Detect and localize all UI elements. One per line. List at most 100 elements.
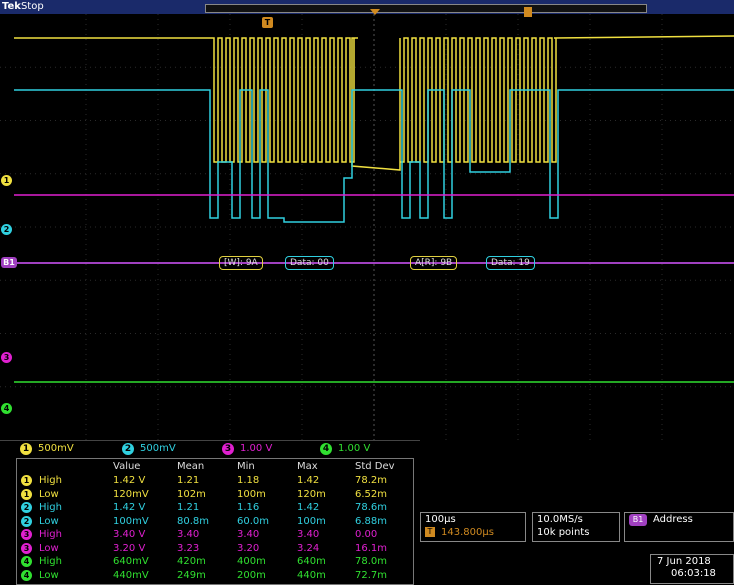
measurement-cell: 3.40 (297, 529, 320, 540)
measurement-cell: 6.52m (355, 488, 388, 500)
measurement-name: High (39, 529, 62, 540)
channel-badge: 2 (21, 515, 32, 527)
channel-scale-row: 1 500mV 2 500mV 3 1.00 V 4 1.00 V (0, 440, 420, 457)
channel-badge: 4 (21, 569, 32, 581)
measurement-cell: 3.40 (237, 529, 260, 540)
measurement-cell: 420m (177, 556, 206, 567)
channel-2-marker[interactable]: 2 (1, 224, 12, 235)
brand-label: Tek (2, 1, 21, 12)
measurement-cell: 1.18 (237, 475, 260, 486)
channel-3-scale[interactable]: 3 1.00 V (222, 443, 272, 455)
channel-1-scale[interactable]: 1 500mV (20, 443, 74, 455)
measurement-cell: 78.0m (355, 556, 388, 567)
channel-2-scale[interactable]: 2 500mV (122, 443, 176, 455)
header-min: Min (237, 461, 255, 472)
channel-badge: 3 (21, 542, 32, 554)
measurement-cell: 400m (237, 556, 266, 567)
channel-1-marker[interactable]: 1 (1, 175, 12, 186)
measurement-cell: 3.40 V (113, 529, 146, 540)
channel-badge: 4 (21, 556, 32, 567)
record-view-bar[interactable] (205, 4, 647, 17)
measurement-cell: 1.21 (177, 475, 200, 486)
channel-badge: 3 (21, 529, 32, 540)
measurement-cell: 6.88m (355, 515, 388, 527)
waveform-display[interactable]: T 1 2 B1 3 4 [W]: 9A Data: 00 A[R]: 9B D… (0, 14, 734, 440)
measurement-cell: 78.6m (355, 502, 388, 513)
measurement-cell: 3.20 (237, 542, 260, 554)
time: 06:03:18 (671, 568, 716, 579)
measurement-cell: 3.24 (297, 542, 320, 554)
measurement-cell: 1.16 (237, 502, 260, 513)
measurement-cell: 80.8m (177, 515, 210, 527)
bus-decode-data-1: Data: 00 (285, 256, 334, 270)
acquisition-panel[interactable]: 10.0MS/s 10k points (532, 512, 620, 542)
bus-decode-read-address: A[R]: 9B (410, 256, 458, 270)
trigger-marker[interactable]: T (262, 17, 273, 28)
measurement-cell: 120m (297, 488, 326, 500)
sample-rate: 10.0MS/s (537, 514, 583, 525)
channel-badge: 1 (21, 475, 32, 486)
timebase-panel[interactable]: 100µs T 143.800µs (420, 512, 526, 542)
measurement-row: 4 High 640mV 420m 400m 640m 78.0m (17, 556, 413, 568)
measurement-cell: 1.42 V (113, 475, 146, 486)
measurement-cell: 72.7m (355, 569, 388, 581)
bus-trigger-type: Address (653, 514, 693, 525)
measurement-name: High (39, 556, 62, 567)
measurement-row: 3 High 3.40 V 3.40 3.40 3.40 0.00 (17, 529, 413, 541)
measurement-cell: 249m (177, 569, 206, 581)
measurement-name: Low (39, 515, 59, 527)
bus-trigger-panel[interactable]: B1 Address (624, 512, 734, 542)
run-state[interactable]: Stop (21, 1, 44, 12)
measurement-name: High (39, 502, 62, 513)
record-length: 10k points (537, 527, 590, 538)
measurement-cell: 60.0m (237, 515, 270, 527)
bus-decode-data-2: Data: 19 (486, 256, 535, 270)
bus-marker[interactable]: B1 (1, 257, 17, 268)
measurement-cell: 440mV (113, 569, 149, 581)
header-max: Max (297, 461, 318, 472)
bus-icon: B1 (629, 514, 647, 526)
brand-state: TekStop (2, 0, 44, 14)
measurement-cell: 1.21 (177, 502, 200, 513)
measurement-cell: 640m (297, 556, 326, 567)
header-std-dev: Std Dev (355, 461, 395, 472)
measurement-cell: 3.23 (177, 542, 200, 554)
status-bar: TekStop (0, 0, 734, 17)
measurement-cell: 640mV (113, 556, 149, 567)
channel-badge: 2 (21, 502, 32, 513)
timebase-scale: 100µs (425, 514, 456, 525)
channel-4-scale[interactable]: 4 1.00 V (320, 443, 370, 455)
measurement-cell: 100m (297, 515, 326, 527)
measurement-header: Value Mean Min Max Std Dev (17, 461, 413, 473)
measurement-name: Low (39, 569, 59, 581)
measurement-name: Low (39, 542, 59, 554)
measurement-row: 1 High 1.42 V 1.21 1.18 1.42 78.2m (17, 475, 413, 487)
measurement-cell: 440m (297, 569, 326, 581)
measurement-cell: 1.42 (297, 502, 320, 513)
measurement-name: High (39, 475, 62, 486)
measurement-cell: 1.42 (297, 475, 320, 486)
channel-3-marker[interactable]: 3 (1, 352, 12, 363)
date: 7 Jun 2018 (657, 556, 711, 567)
measurement-cell: 3.20 V (113, 542, 146, 554)
bus-decode-write-address: [W]: 9A (219, 256, 263, 270)
measurement-name: Low (39, 488, 59, 500)
measurement-cell: 120mV (113, 488, 149, 500)
measurement-cell: 100m (237, 488, 266, 500)
trigger-position-icon: T (425, 527, 435, 537)
measurement-cell: 100mV (113, 515, 149, 527)
channel-4-marker[interactable]: 4 (1, 403, 12, 414)
measurement-cell: 78.2m (355, 475, 388, 486)
graticule (0, 14, 734, 440)
measurement-row: 3 Low 3.20 V 3.23 3.20 3.24 16.1m (17, 542, 413, 555)
measurement-cell: 102m (177, 488, 206, 500)
measurement-row: 2 High 1.42 V 1.21 1.16 1.42 78.6m (17, 502, 413, 514)
measurement-row: 2 Low 100mV 80.8m 60.0m 100m 6.88m (17, 515, 413, 528)
measurement-table: Value Mean Min Max Std Dev 1 High 1.42 V 1.… (16, 458, 414, 585)
datetime-panel: 7 Jun 2018 06:03:18 (650, 554, 734, 584)
measurement-row: 4 Low 440mV 249m 200m 440m 72.7m (17, 569, 413, 582)
measurement-cell: 200m (237, 569, 266, 581)
channel-badge: 1 (21, 488, 32, 500)
measurement-cell: 1.42 V (113, 502, 146, 513)
measurement-row: 1 Low 120mV 102m 100m 120m 6.52m (17, 488, 413, 501)
